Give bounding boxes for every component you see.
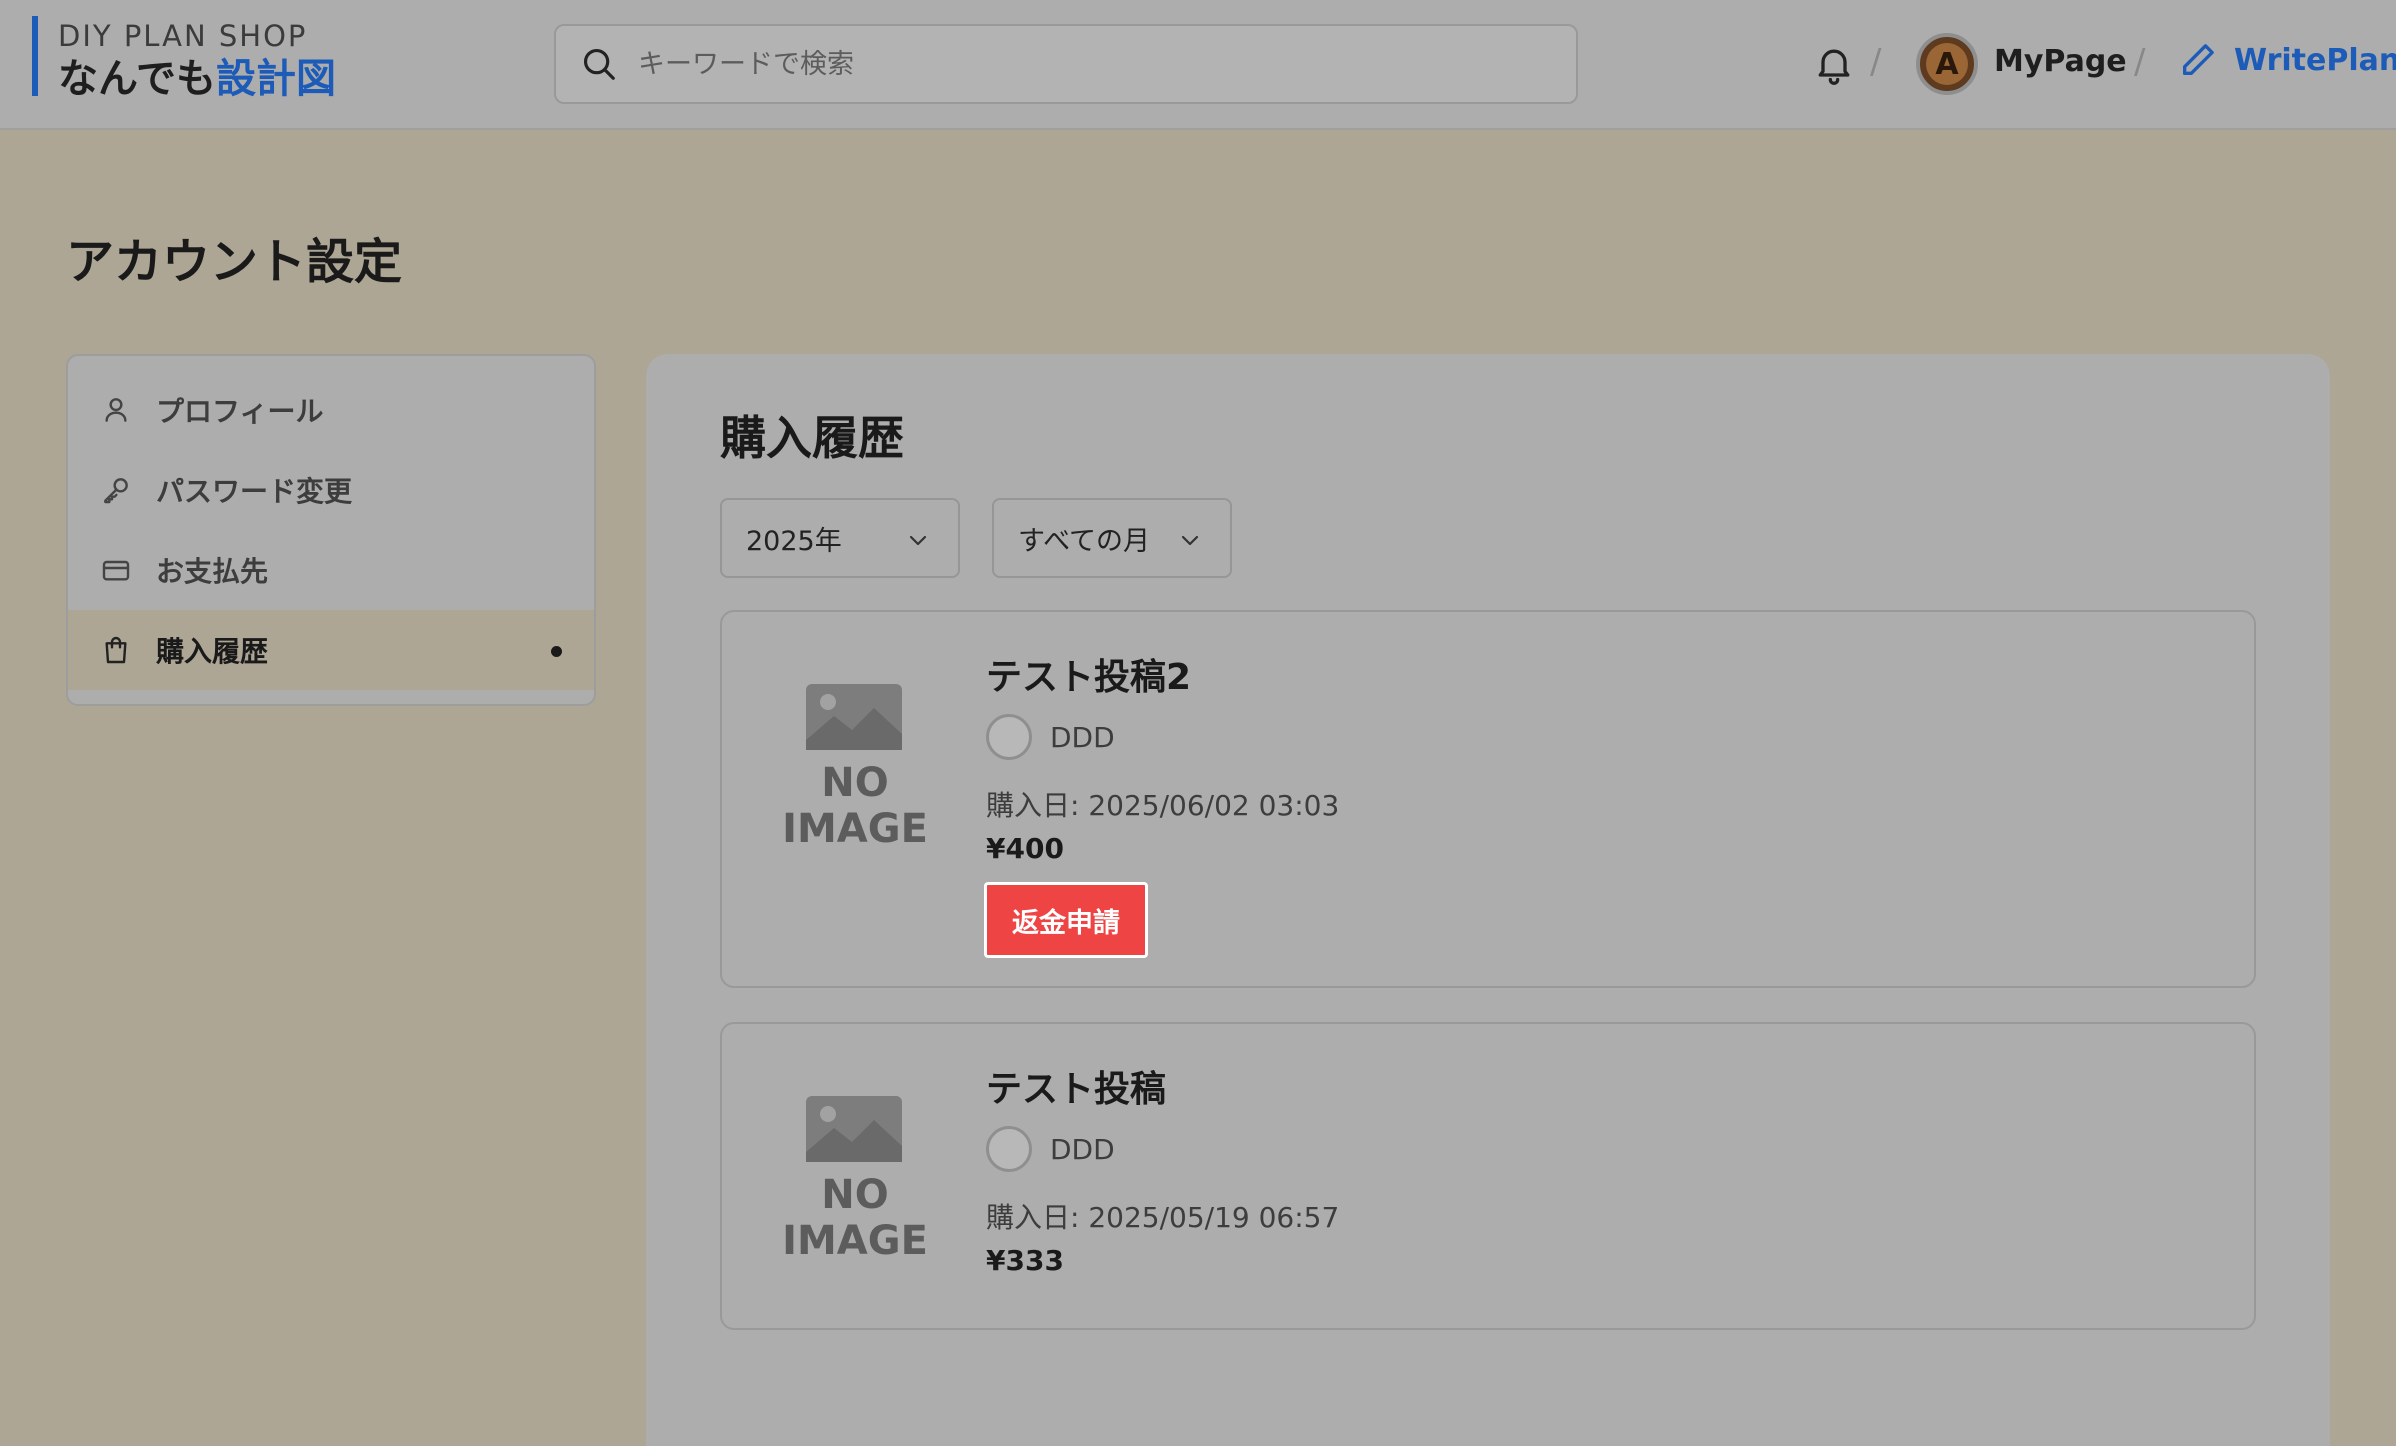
avatar-letter-icon: A (1926, 43, 1968, 85)
top-header: DIY PLAN SHOP なんでも設計図 / A MyPage / Write… (0, 0, 2396, 130)
mypage-link[interactable]: MyPage (1994, 44, 2127, 79)
no-image-placeholder: NO IMAGE (752, 1094, 958, 1264)
sidebar-item-password[interactable]: パスワード変更 (68, 450, 594, 530)
month-select[interactable]: すべての月 (992, 498, 1232, 578)
month-select-value: すべての月 (1018, 525, 1151, 557)
chevron-down-icon (909, 535, 927, 546)
search-icon (583, 48, 615, 80)
user-icon (105, 398, 127, 422)
header-separator: / (1870, 42, 1882, 82)
author-info[interactable]: DDD (986, 714, 1115, 760)
avatar[interactable]: A (1916, 33, 1978, 95)
bell-icon[interactable] (1812, 42, 1856, 86)
sidebar-item-label: お支払先 (156, 555, 269, 588)
year-select-value: 2025年 (746, 525, 842, 557)
purchase-date: 購入日: 2025/05/19 06:57 (986, 1201, 1340, 1234)
search-bar[interactable] (554, 24, 1578, 104)
author-avatar-icon (986, 714, 1032, 760)
sidebar-item-label: 購入履歴 (156, 635, 269, 668)
no-image-placeholder: NO IMAGE (752, 682, 958, 852)
logo-title-accent: 設計図 (216, 56, 336, 102)
purchase-title[interactable]: テスト投稿2 (986, 648, 1191, 700)
author-name: DDD (1050, 1132, 1115, 1166)
search-input[interactable] (638, 48, 1538, 80)
credit-card-icon (102, 560, 130, 581)
settings-sidebar: プロフィール パスワード変更 お支払先 購入履歴 (66, 354, 596, 706)
header-separator: / (2134, 42, 2146, 82)
no-image-label: NO IMAGE (782, 760, 928, 852)
sidebar-item-label: プロフィール (156, 395, 324, 428)
author-info[interactable]: DDD (986, 1126, 1115, 1172)
purchase-price: ¥400 (986, 832, 1064, 865)
writeplan-label: WritePlan (2234, 42, 2396, 78)
site-logo[interactable]: DIY PLAN SHOP なんでも設計図 (32, 16, 336, 102)
purchase-title[interactable]: テスト投稿 (986, 1060, 1166, 1112)
sidebar-item-payment[interactable]: お支払先 (68, 530, 594, 610)
logo-subtitle: DIY PLAN SHOP (58, 19, 308, 53)
image-placeholder-icon (806, 684, 902, 750)
sidebar-item-profile[interactable]: プロフィール (68, 370, 594, 450)
sidebar-item-label: パスワード変更 (156, 475, 353, 508)
refund-request-button[interactable]: 返金申請 (984, 882, 1148, 958)
key-icon (104, 478, 128, 504)
image-placeholder-icon (806, 1096, 902, 1162)
purchase-card[interactable]: NO IMAGE テスト投稿 DDD 購入日: 2025/05/19 06:57… (720, 1022, 2256, 1330)
purchase-date: 購入日: 2025/06/02 03:03 (986, 789, 1340, 822)
writeplan-link[interactable]: WritePlan (2178, 40, 2396, 80)
chevron-down-icon (1181, 535, 1199, 546)
author-avatar-icon (986, 1126, 1032, 1172)
no-image-label: NO IMAGE (782, 1172, 928, 1264)
section-title: 購入履歴 (720, 411, 904, 465)
logo-title-main: なんでも (58, 56, 216, 102)
author-name: DDD (1050, 720, 1115, 754)
purchase-price: ¥333 (986, 1244, 1064, 1277)
logo-title: なんでも設計図 (58, 54, 336, 104)
page-title: アカウント設定 (66, 234, 403, 290)
active-indicator-dot (551, 646, 562, 657)
year-select[interactable]: 2025年 (720, 498, 960, 578)
purchase-history-panel: 購入履歴 2025年 すべての月 NO IMAGE テスト投稿2 DDD 購入日… (646, 354, 2330, 1446)
sidebar-item-purchase-history[interactable]: 購入履歴 (68, 610, 594, 690)
pencil-icon (2183, 44, 2214, 76)
shopping-bag-icon (105, 636, 127, 664)
purchase-card[interactable]: NO IMAGE テスト投稿2 DDD 購入日: 2025/06/02 03:0… (720, 610, 2256, 988)
